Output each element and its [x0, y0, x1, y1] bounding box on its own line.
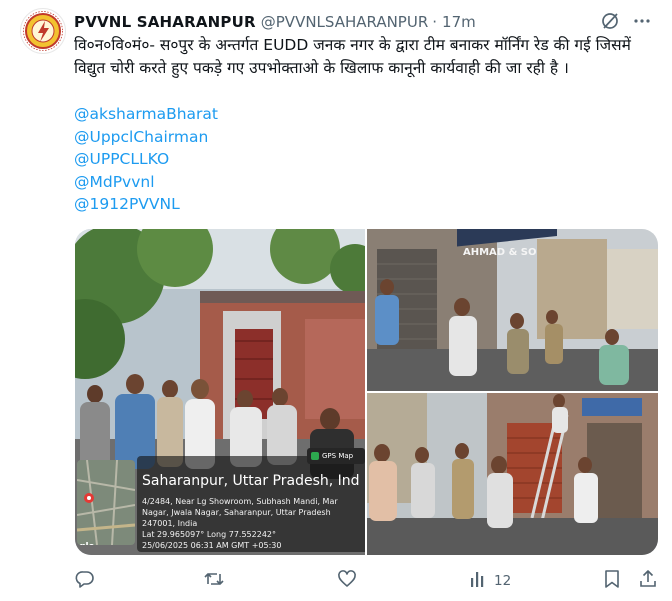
tweet-text: वि०न०वि०मं०- स०पुर के अन्तर्गत EUDD जनक … — [74, 36, 631, 77]
avatar[interactable] — [20, 8, 66, 54]
gps-timestamp: 25/06/2025 06:31 AM GMT +05:30 — [142, 541, 282, 550]
tweet-time[interactable]: 17m — [442, 13, 476, 31]
map-logo-text: gle — [79, 542, 95, 545]
separator-dot: · — [432, 13, 438, 31]
gps-stamp-overlay: gle GPS Map Saharanpur, Uttar Pradesh, I… — [75, 448, 365, 555]
gps-address-line: 247001, India — [142, 519, 198, 528]
bookmark-icon — [603, 569, 621, 593]
mention-link[interactable]: @UppclChairman — [74, 126, 218, 149]
reply-button[interactable] — [75, 568, 95, 594]
photo-ladder-inspection[interactable] — [367, 393, 658, 555]
gps-map-icon — [311, 452, 319, 460]
bookmark-button[interactable] — [603, 568, 621, 594]
mention-list: @aksharmaBharat @UppclChairman @UPPCLLKO… — [74, 103, 218, 216]
mention-link[interactable]: @UPPCLLKO — [74, 148, 218, 171]
gps-mini-map: gle — [77, 460, 135, 545]
gps-address-line: Nagar, Jwala Nagar, Saharanpur, Uttar Pr… — [142, 508, 331, 517]
retweet-button[interactable] — [203, 568, 225, 594]
author-handle[interactable]: @PVVNLSAHARANPUR — [261, 13, 429, 31]
views-count: 12 — [494, 573, 512, 589]
gps-coordinates: Lat 29.965097° Long 77.552242° — [142, 530, 277, 539]
mention-link[interactable]: @1912PVVNL — [74, 193, 218, 216]
views-button[interactable]: 12 — [470, 568, 511, 594]
reply-icon — [75, 569, 95, 593]
like-icon — [337, 569, 357, 593]
media-grid: gle GPS Map Saharanpur, Uttar Pradesh, I… — [75, 229, 658, 555]
tweet-header: PVVNL SAHARANPUR @PVVNLSAHARANPUR · 17m — [74, 11, 660, 33]
mention-link[interactable]: @aksharmaBharat — [74, 103, 218, 126]
gps-info-box: GPS Map Saharanpur, Uttar Pradesh, Ind 4… — [137, 448, 365, 552]
share-icon — [639, 569, 657, 593]
gps-title: Saharanpur, Uttar Pradesh, Ind — [142, 473, 360, 489]
views-icon — [470, 569, 488, 593]
gps-address-line: 4/2484, Near Lg Showroom, Subhash Mandi,… — [142, 497, 338, 506]
grok-slash-icon[interactable] — [600, 11, 620, 31]
more-dots-icon[interactable] — [632, 11, 652, 31]
share-button[interactable] — [639, 568, 657, 594]
retweet-icon — [203, 569, 225, 593]
author-name[interactable]: PVVNL SAHARANPUR — [74, 13, 256, 31]
gps-badge-label: GPS Map — [322, 452, 354, 460]
gps-badge: GPS Map — [307, 448, 365, 464]
like-button[interactable] — [337, 568, 357, 594]
mention-link[interactable]: @MdPvvnl — [74, 171, 218, 194]
photo-street-team[interactable]: gle GPS Map Saharanpur, Uttar Pradesh, I… — [75, 229, 365, 555]
photo-shop-street[interactable]: AHMAD & SONS — [367, 229, 658, 391]
pvvnl-logo-icon — [23, 11, 63, 51]
tweet-actions: 12 — [75, 568, 658, 594]
